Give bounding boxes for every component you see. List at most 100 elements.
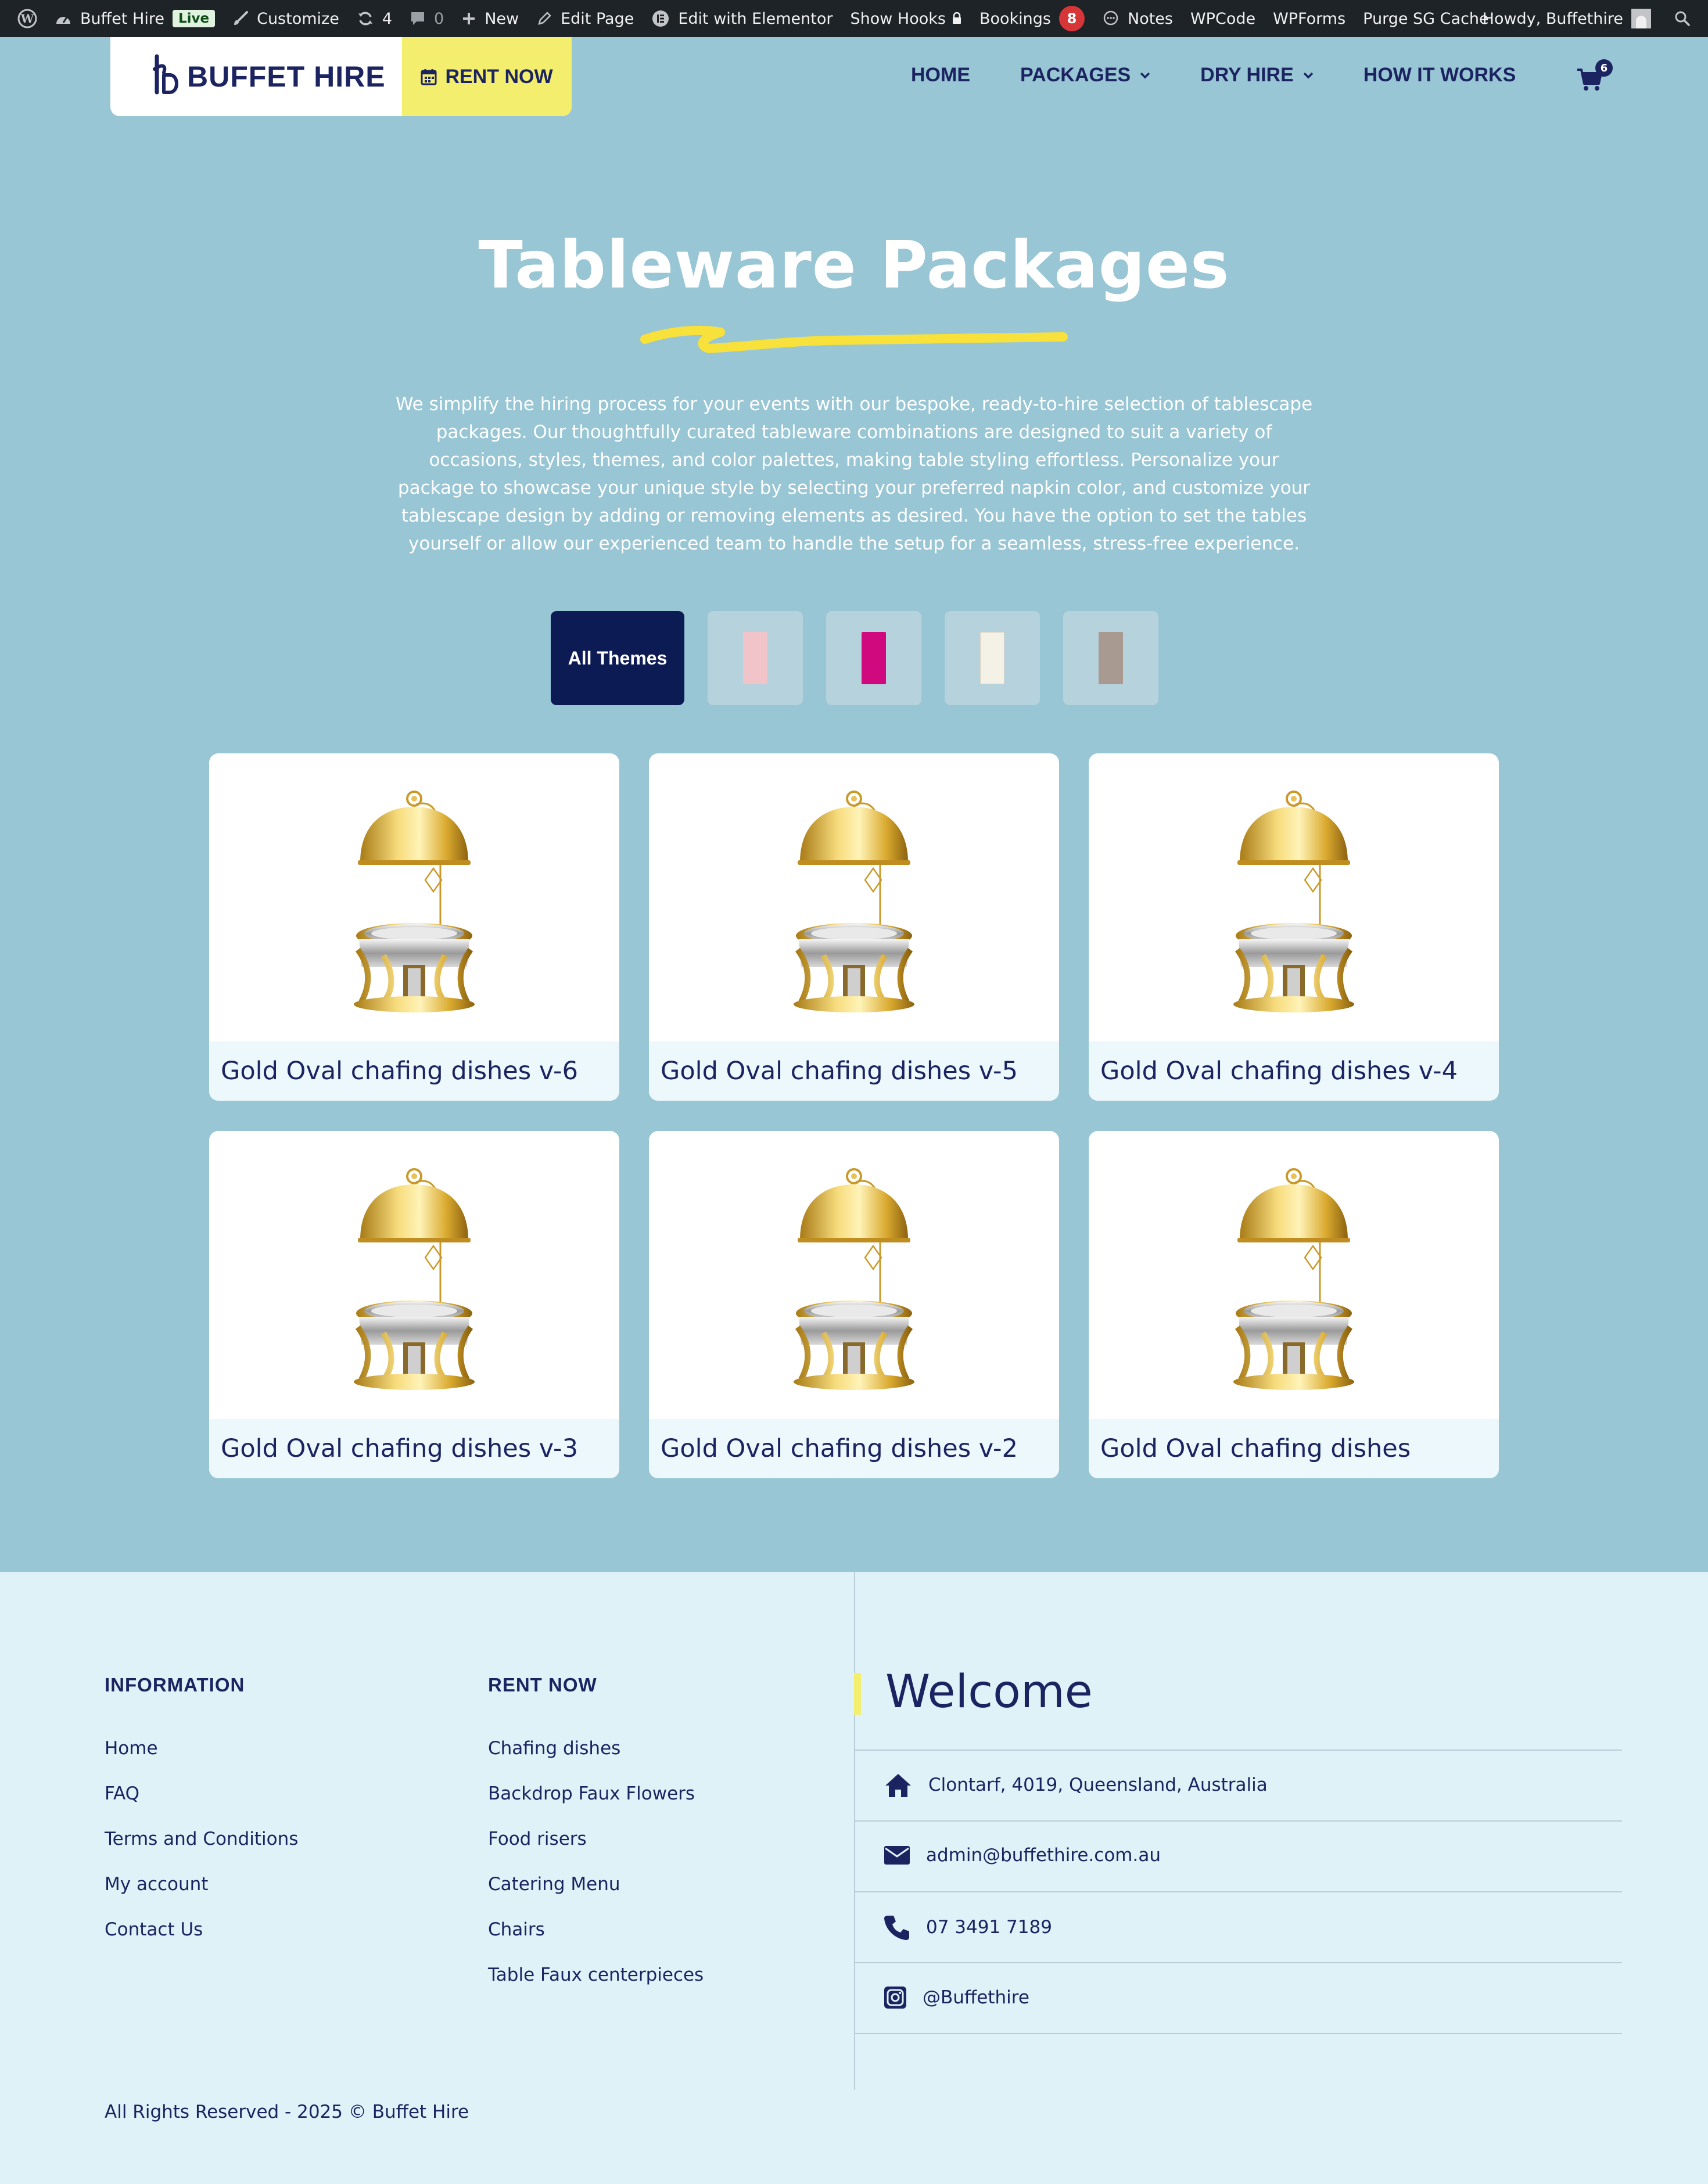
footer-link[interactable]: Chafing dishes: [488, 1738, 620, 1759]
edit-page-label: Edit Page: [561, 9, 634, 28]
edit-page-link[interactable]: Edit Page: [536, 0, 634, 37]
swatch-color: [862, 632, 886, 684]
instagram-text: @Buffethire: [923, 1987, 1029, 2008]
footer-link[interactable]: Backdrop Faux Flowers: [488, 1783, 695, 1804]
purge-cache-link[interactable]: Purge SG Cache: [1363, 0, 1489, 37]
wpforms-link[interactable]: WPForms: [1273, 0, 1345, 37]
product-image[interactable]: [209, 1131, 619, 1419]
wpcode-link[interactable]: WPCode: [1190, 0, 1255, 37]
edit-elementor-label: Edit with Elementor: [678, 9, 833, 28]
rent-now-heading: RENT NOW: [488, 1674, 597, 1696]
home-icon: [883, 1772, 913, 1798]
product-title[interactable]: Gold Oval chafing dishes v-6: [209, 1041, 619, 1101]
footer-link[interactable]: Catering Menu: [488, 1874, 620, 1895]
account-menu[interactable]: Howdy, Buffethire: [1483, 9, 1651, 28]
swatch-color: [743, 632, 767, 684]
nav-packages[interactable]: PACKAGES: [1020, 64, 1150, 87]
bookings-link[interactable]: Bookings 8: [979, 0, 1085, 37]
show-hooks-link[interactable]: Show Hooks: [850, 0, 961, 37]
contact-divider: [855, 2033, 1622, 2034]
product-title[interactable]: Gold Oval chafing dishes v-5: [649, 1041, 1059, 1101]
footer-link[interactable]: Chairs: [488, 1919, 545, 1940]
notes-label: Notes: [1128, 9, 1173, 28]
brush-icon: [232, 10, 249, 27]
product-image[interactable]: [209, 753, 619, 1041]
nav-dry-hire[interactable]: DRY HIRE: [1200, 64, 1314, 87]
lock-icon: [952, 12, 962, 25]
nav-home[interactable]: HOME: [911, 64, 970, 87]
product-card[interactable]: Gold Oval chafing dishes v-3: [209, 1131, 619, 1478]
footer-link[interactable]: Terms and Conditions: [105, 1829, 298, 1849]
new-content-link[interactable]: New: [461, 0, 519, 37]
product-image[interactable]: [1089, 1131, 1499, 1419]
product-card[interactable]: Gold Oval chafing dishes v-5: [649, 753, 1059, 1101]
nav-home-label: HOME: [911, 64, 970, 86]
new-label: New: [485, 9, 519, 28]
nav-how-it-works-label: HOW IT WORKS: [1363, 64, 1516, 86]
product-card[interactable]: Gold Oval chafing dishes v-6: [209, 753, 619, 1101]
calendar-icon: [421, 68, 437, 85]
contact-phone[interactable]: 07 3491 7189: [883, 1913, 1052, 1941]
filter-swatch-pink[interactable]: [708, 611, 803, 705]
speech-bubble-icon: [1102, 10, 1119, 27]
updates-link[interactable]: 4: [357, 0, 392, 37]
comments-count: 0: [434, 9, 444, 28]
filter-swatch-magenta[interactable]: [826, 611, 921, 705]
wordpress-logo-icon[interactable]: W: [17, 0, 37, 37]
envelope-icon: [883, 1845, 911, 1866]
product-title[interactable]: Gold Oval chafing dishes: [1089, 1419, 1499, 1478]
nav-how-it-works[interactable]: HOW IT WORKS: [1363, 64, 1516, 87]
logo-text: BUFFET HIRE: [187, 60, 386, 93]
footer-link[interactable]: Contact Us: [105, 1919, 203, 1940]
product-image[interactable]: [649, 1131, 1059, 1419]
filter-swatch-ivory[interactable]: [945, 611, 1040, 705]
site-logo[interactable]: BUFFET HIRE: [110, 37, 402, 116]
contact-email[interactable]: admin@buffethire.com.au: [883, 1845, 1161, 1866]
filter-swatch-taupe[interactable]: [1063, 611, 1158, 705]
footer-link[interactable]: Home: [105, 1738, 158, 1759]
site-name: Buffet Hire: [80, 9, 164, 28]
comments-link[interactable]: 0: [410, 0, 444, 37]
product-card[interactable]: Gold Oval chafing dishes v-4: [1089, 753, 1499, 1101]
product-image[interactable]: [649, 753, 1059, 1041]
customize-label: Customize: [257, 9, 339, 28]
footer-link[interactable]: Table Faux centerpieces: [488, 1964, 704, 1985]
swatch-color: [980, 632, 1004, 684]
footer-link[interactable]: Food risers: [488, 1829, 587, 1849]
wp-admin-bar: W Buffet Hire Live Customize 4 0 New Edi…: [0, 0, 1708, 37]
instagram-icon: [883, 1985, 907, 2010]
product-card[interactable]: Gold Oval chafing dishes v-2: [649, 1131, 1059, 1478]
comment-icon: [410, 10, 426, 27]
product-card[interactable]: Gold Oval chafing dishes: [1089, 1131, 1499, 1478]
updates-count: 4: [382, 9, 393, 28]
product-title[interactable]: Gold Oval chafing dishes v-4: [1089, 1041, 1499, 1101]
search-icon[interactable]: [1674, 10, 1691, 27]
chafing-dish-image: [1233, 1168, 1354, 1390]
footer-link[interactable]: FAQ: [105, 1783, 139, 1804]
contact-instagram[interactable]: @Buffethire: [883, 1985, 1029, 2010]
contact-address: Clontarf, 4019, Queensland, Australia: [883, 1772, 1268, 1798]
admin-bar-site[interactable]: Buffet Hire Live: [55, 0, 216, 37]
email-text: admin@buffethire.com.au: [926, 1845, 1161, 1866]
intro-text: We simplify the hiring process for your …: [395, 394, 1313, 554]
show-hooks-label: Show Hooks: [850, 9, 946, 28]
welcome-heading: Welcome: [885, 1666, 1093, 1718]
rent-now-button[interactable]: RENT NOW: [402, 37, 572, 116]
copyright-text: All Rights Reserved - 2025 © Buffet Hire: [105, 2102, 469, 2122]
chafing-dish-image: [354, 791, 475, 1012]
bookings-count-badge: 8: [1059, 6, 1085, 31]
product-title[interactable]: Gold Oval chafing dishes v-2: [649, 1419, 1059, 1478]
customize-link[interactable]: Customize: [232, 0, 339, 37]
dashboard-icon: [55, 11, 72, 26]
footer-link[interactable]: My account: [105, 1874, 208, 1895]
chafing-dish-image: [794, 1168, 914, 1390]
notes-link[interactable]: Notes: [1102, 0, 1173, 37]
filter-all-themes[interactable]: All Themes: [551, 611, 684, 705]
swatch-color: [1099, 632, 1123, 684]
wpforms-label: WPForms: [1273, 9, 1346, 28]
product-image[interactable]: [1089, 753, 1499, 1041]
phone-text: 07 3491 7189: [926, 1917, 1052, 1938]
product-title[interactable]: Gold Oval chafing dishes v-3: [209, 1419, 619, 1478]
edit-elementor-link[interactable]: Edit with Elementor: [651, 0, 833, 37]
cart-count-badge: 6: [1595, 59, 1613, 77]
